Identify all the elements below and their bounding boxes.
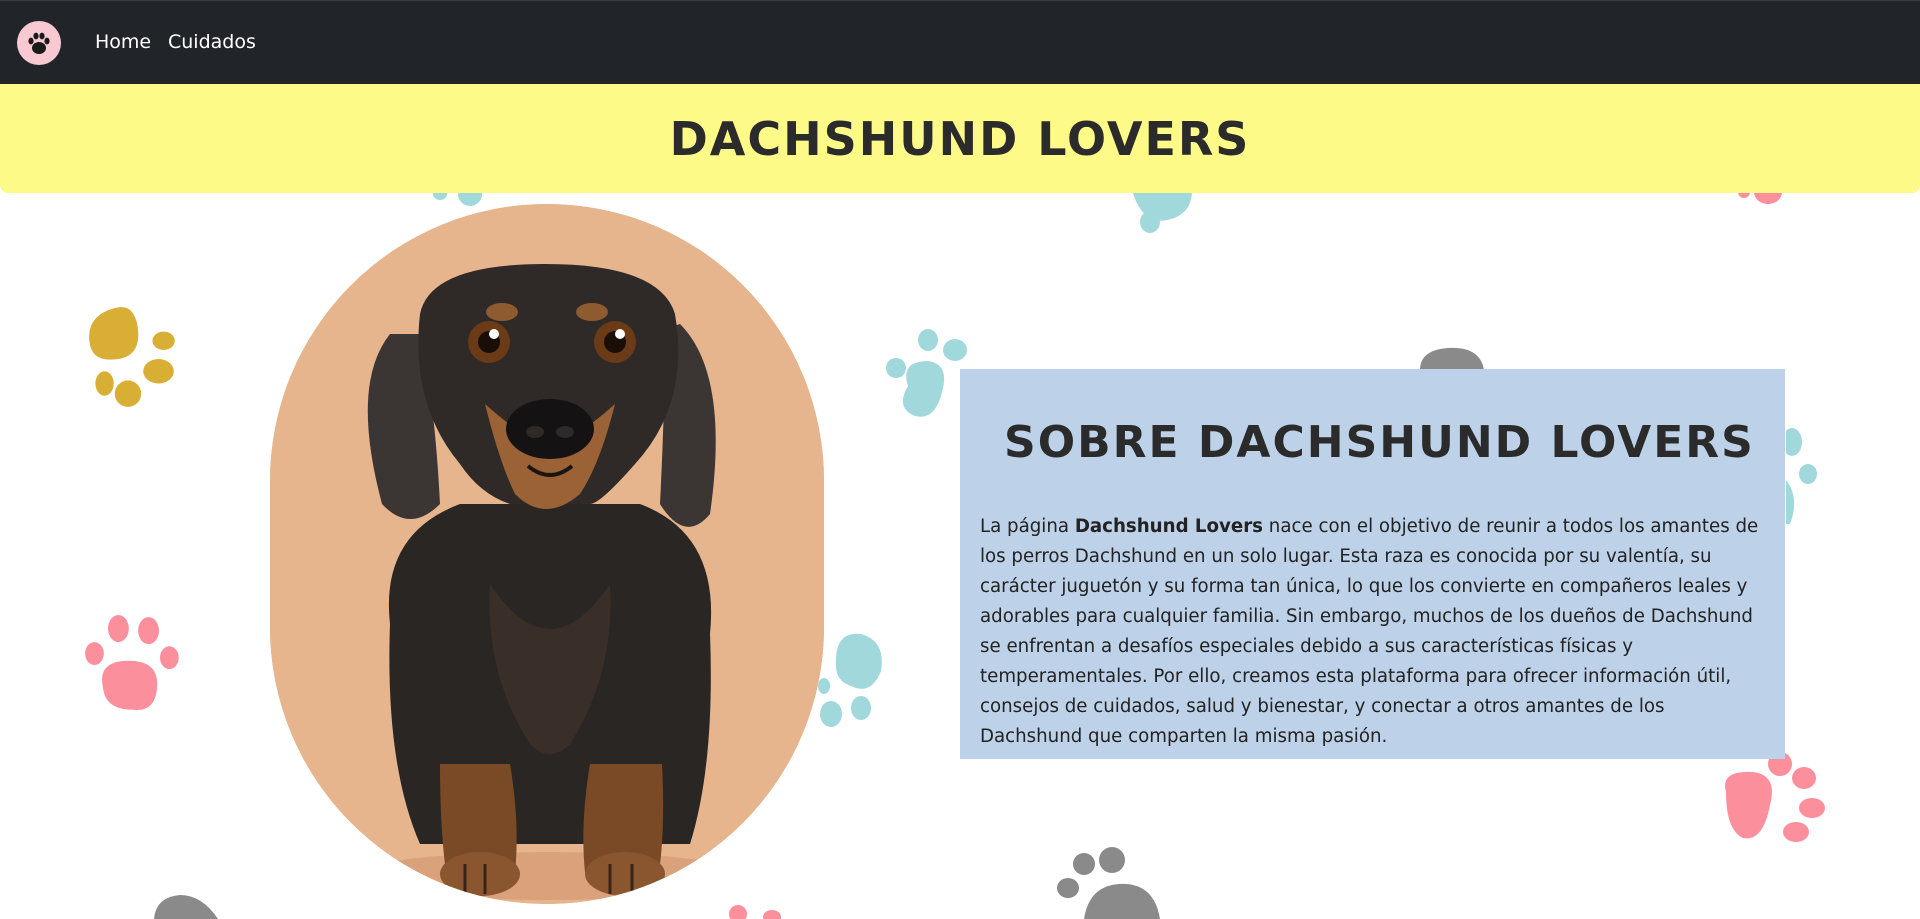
- about-text-bold: Dachshund Lovers: [1074, 516, 1264, 537]
- nav-link-cuidados[interactable]: Cuidados: [168, 31, 256, 53]
- paw-icon: [1132, 190, 1192, 233]
- paw-icon: [1420, 347, 1484, 370]
- paw-icon: [818, 633, 882, 727]
- navbar: Home Cuidados: [0, 0, 1920, 84]
- paw-icon: [1057, 847, 1160, 919]
- paw-icon: [89, 307, 175, 407]
- dachshund-photo: [270, 204, 824, 904]
- page: Home Cuidados Dachshund Lovers: [0, 0, 1920, 919]
- about-title: Sobre Dachshund Lovers: [1004, 417, 1755, 468]
- paw-icon: [85, 615, 179, 711]
- about-paragraph: La página Dachshund Lovers nace con el o…: [980, 512, 1770, 752]
- dachshund-illustration: [270, 204, 824, 904]
- about-text-before: La página: [980, 516, 1075, 537]
- about-text-after: nace con el objetivo de reunir a todos l…: [980, 516, 1759, 747]
- paw-icon: [154, 895, 218, 919]
- paw-icon: [729, 905, 781, 919]
- paw-icon: [1786, 428, 1817, 524]
- paw-icon: [28, 32, 50, 54]
- nav-link-home[interactable]: Home: [95, 31, 151, 53]
- site-title: Dachshund Lovers: [669, 111, 1251, 166]
- paw-icon: [1725, 752, 1825, 842]
- about-section: Sobre Dachshund Lovers La página Dachshu…: [960, 369, 1785, 759]
- brand-logo[interactable]: [17, 21, 61, 65]
- title-banner: Dachshund Lovers: [0, 84, 1920, 193]
